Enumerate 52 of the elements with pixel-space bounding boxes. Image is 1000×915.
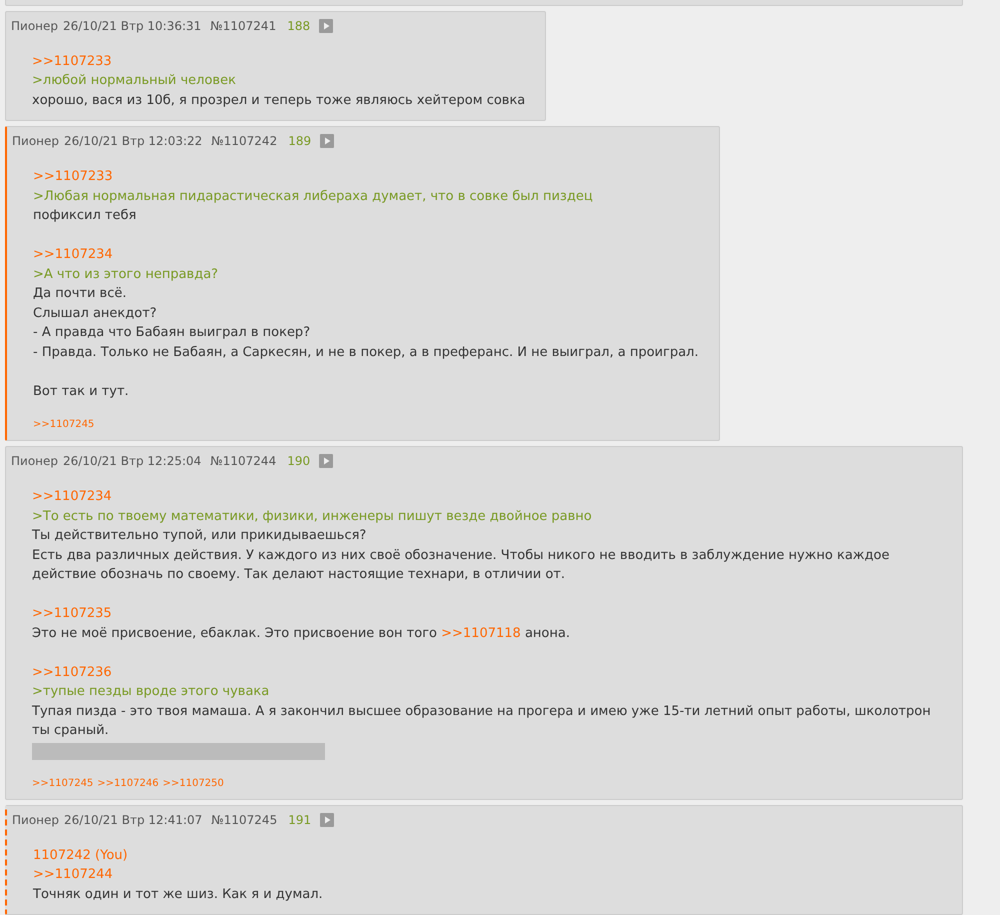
spoiler-bar[interactable] [32, 742, 325, 760]
post-number-link[interactable]: №1107245 [211, 812, 278, 826]
reply-link[interactable]: 1107242 (You) [33, 848, 128, 862]
reply-link[interactable]: >>1107234 [32, 489, 112, 504]
post-date: 26/10/21 Втр 12:03:22 [64, 134, 202, 148]
post-author: Пионер [12, 812, 60, 826]
quote-text: >То есть по твоему математики, физики, инженеры пишут везде двойное равно [32, 508, 593, 526]
post-text: Точняк один и тот же шиз. Как я и думал. [33, 886, 324, 904]
post-text: Есть два различных действия. У каждого из них своё обозначение. Чтобы никого не вводить в заблуждение нужно каждое действие обозначь по своему. Так делают настоящие технари, в отличии от. [32, 546, 890, 584]
post-text: хорошо, вася из 10б, я прозрел и теперь тоже являюсь хейтером совка [32, 92, 526, 110]
reply-link[interactable]: >>1107118 [441, 626, 521, 640]
play-icon[interactable] [319, 18, 334, 32]
backlink[interactable]: >>1107246 [97, 778, 159, 788]
quote-text: >Любая нормальная пидарастическая либераха думает, что в совке был пиздец [33, 188, 594, 206]
post-text: Слышал анекдот? [33, 304, 158, 322]
backlink[interactable]: >>1107245 [32, 778, 94, 788]
reply-link[interactable]: >>1107244 [33, 867, 113, 882]
post-count: 190 [287, 454, 310, 468]
post-author: Пионер [11, 454, 58, 468]
post-text: Ты действительно тупой, или прикидываешься? [32, 527, 368, 545]
quote-text: >тупые пезды вроде этого чувака [32, 683, 270, 701]
reply-link[interactable]: >>1107234 [33, 247, 113, 262]
post-count: 191 [288, 812, 312, 826]
post-author: Пионер [12, 134, 60, 148]
post-number-link[interactable]: №1107241 [210, 18, 276, 32]
post-count: 188 [287, 18, 310, 32]
reply-link[interactable]: >>1107235 [32, 606, 112, 621]
reply-link[interactable]: >>1107233 [33, 169, 113, 184]
post-number-link[interactable]: №1107242 [211, 134, 278, 148]
post-text: - А правда что Бабаян выиграл в покер? [33, 324, 312, 342]
reply-link[interactable]: >>1107233 [32, 54, 112, 68]
post-date: 26/10/21 Втр 12:25:04 [63, 454, 202, 468]
post-text: Это не моё присвоение, ебаклак. Это присвоение вон того [32, 626, 438, 640]
post-text: Тупая пизда - это твоя мамаша. А я закончил высшее образование на прогера и имею уже 15-ти летний опыт работы, школотрон ты сраный. [32, 702, 932, 740]
post-author: Пионер [11, 18, 58, 32]
backlink[interactable]: >>1107245 [33, 419, 94, 430]
post-date: 26/10/21 Втр 10:36:31 [63, 18, 202, 32]
play-icon[interactable] [320, 134, 334, 148]
post-count: 189 [288, 134, 312, 148]
post-date: 26/10/21 Втр 12:41:07 [64, 812, 202, 826]
play-icon[interactable] [319, 454, 334, 468]
post-text: Да почти всё. [33, 285, 128, 303]
post-text: анона. [524, 626, 570, 640]
reply-link[interactable]: >>1107236 [32, 664, 112, 680]
post-number-link[interactable]: №1107244 [210, 454, 276, 468]
play-icon[interactable] [320, 812, 334, 826]
post-text: Вот так и тут. [33, 382, 130, 400]
post-text: пофиксил тебя [33, 207, 138, 225]
quote-text: >любой нормальный человек [32, 72, 237, 90]
quote-text: >А что из этого неправда? [33, 266, 220, 284]
post-text: - Правда. Только не Бабаян, а Саркесян, и не в покер, а в преферанс. И не выиграл, а проиграл. [33, 344, 698, 362]
backlink[interactable]: >>1107250 [162, 778, 224, 788]
